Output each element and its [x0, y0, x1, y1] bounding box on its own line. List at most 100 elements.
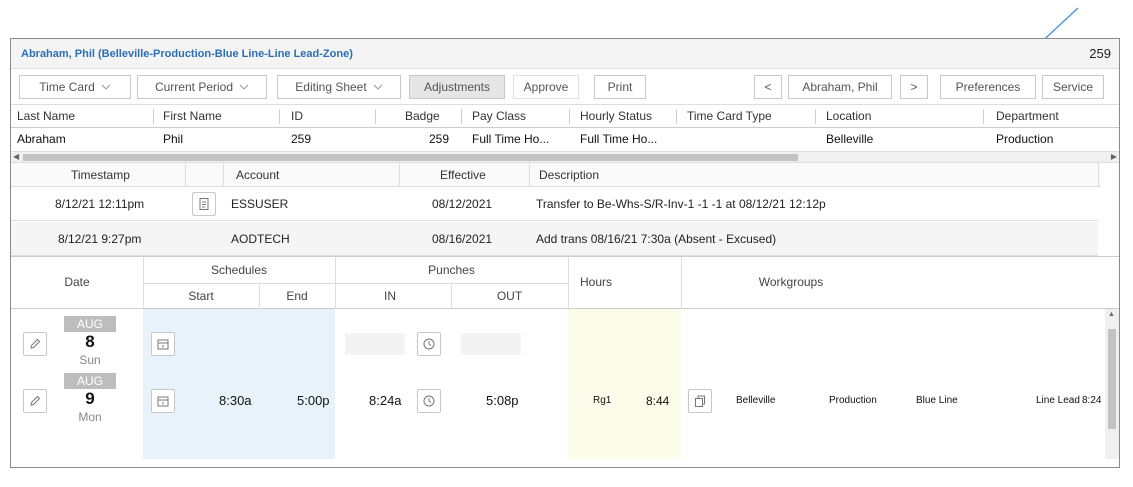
date-weekday: Sun	[79, 353, 101, 367]
chevron-down-icon	[373, 84, 383, 90]
audit-effective: 08/16/2021	[432, 232, 493, 246]
col-in: IN	[384, 289, 396, 303]
audit-timestamp: 8/12/21 9:27pm	[58, 232, 142, 246]
audit-effective: 08/12/2021	[432, 197, 493, 211]
cell-location: Belleville	[826, 132, 874, 146]
audit-row[interactable]: 8/12/21 12:11pm ESSUSER 08/12/2021 Trans…	[11, 187, 1098, 221]
vertical-scroll-thumb[interactable]	[1108, 329, 1116, 429]
cell-id: 259	[291, 132, 312, 146]
col-start: Start	[188, 289, 214, 303]
time-grid-header: Date Schedules Start End Punches IN OUT …	[11, 257, 1119, 309]
schedule-end: 5:00p	[297, 393, 330, 408]
col-end: End	[286, 289, 308, 303]
audit-col-description: Description	[539, 168, 600, 182]
audit-account: ESSUSER	[231, 197, 289, 211]
cell-last-name: Abraham	[17, 132, 66, 146]
workgroup-role: Line Lead	[1036, 395, 1080, 406]
audit-header: Timestamp Account Effective Description	[11, 163, 1101, 187]
col-last-name[interactable]: Last Name	[17, 105, 75, 128]
col-workgroups: Workgroups	[758, 275, 824, 289]
scroll-right-icon[interactable]: ▶	[1111, 152, 1117, 162]
approve-button[interactable]: Approve	[513, 75, 579, 99]
audit-description: Transfer to Be-Whs-S/R-Inv-1 -1 -1 at 08…	[536, 197, 826, 211]
title-bar: Abraham, Phil (Belleville-Production-Blu…	[11, 39, 1119, 69]
time-card-window: Abraham, Phil (Belleville-Production-Blu…	[10, 38, 1120, 468]
editing-sheet-label: Editing Sheet	[295, 80, 367, 94]
cell-hourly-status: Full Time Ho...	[580, 132, 658, 146]
col-schedules: Schedules	[210, 263, 268, 277]
current-period-label: Current Period	[154, 80, 234, 94]
time-grid-body: AUG 8 Sun AUG 9 Mon 8:30a 5:00p 8:24a 5:…	[11, 309, 1119, 459]
col-hourly-status[interactable]: Hourly Status	[580, 105, 652, 128]
audit-row[interactable]: 8/12/21 9:27pm AODTECH 08/16/2021 Add tr…	[11, 222, 1098, 256]
workgroup-copy-icon[interactable]	[688, 389, 712, 413]
preferences-button[interactable]: Preferences	[940, 75, 1036, 99]
date-day: 8	[85, 332, 95, 351]
punch-in-field[interactable]	[345, 333, 405, 355]
date-cell: AUG 9 Mon	[64, 373, 116, 425]
scroll-up-icon[interactable]: ▲	[1108, 311, 1115, 318]
audit-col-timestamp: Timestamp	[71, 168, 130, 182]
next-employee-button[interactable]: >	[900, 75, 928, 99]
calendar-icon[interactable]	[151, 332, 175, 356]
cell-badge: 259	[429, 132, 450, 146]
time-card-label: Time Card	[39, 80, 95, 94]
edit-pencil-icon[interactable]	[23, 389, 47, 413]
punch-out-field[interactable]	[461, 333, 521, 355]
audit-description: Add trans 08/16/21 7:30a (Absent - Excus…	[536, 232, 777, 246]
chevron-down-icon	[101, 84, 111, 90]
toolbar: Time Card Current Period Editing Sheet A…	[11, 69, 1119, 105]
audit-col-account: Account	[236, 168, 280, 182]
col-badge[interactable]: Badge	[405, 105, 440, 128]
audit-timestamp: 8/12/21 12:11pm	[55, 197, 145, 211]
punch-out[interactable]: 5:08p	[486, 389, 519, 413]
col-first-name[interactable]: First Name	[163, 105, 222, 128]
vertical-scrollbar[interactable]: ▲	[1105, 309, 1119, 459]
col-out: OUT	[496, 289, 523, 303]
calendar-icon[interactable]	[151, 389, 175, 413]
chevron-down-icon	[239, 84, 249, 90]
employee-table-row[interactable]: Abraham Phil 259 259 Full Time Ho... Ful…	[11, 128, 1119, 151]
workgroup-location: Belleville	[736, 395, 776, 406]
editing-sheet-dropdown[interactable]: Editing Sheet	[277, 75, 401, 99]
cell-pay-class: Full Time Ho...	[472, 132, 550, 146]
workgroup-time: 8:24	[1082, 395, 1102, 406]
col-location[interactable]: Location	[826, 105, 871, 128]
current-period-dropdown[interactable]: Current Period	[137, 75, 267, 99]
edit-pencil-icon[interactable]	[23, 332, 47, 356]
col-department[interactable]: Department	[996, 105, 1059, 128]
workgroup-department: Production	[829, 395, 877, 406]
pay-code: Rg1	[593, 395, 612, 406]
schedule-start: 8:30a	[219, 393, 252, 408]
hours-value: 8:44	[646, 394, 670, 408]
audit-account: AODTECH	[231, 232, 290, 246]
scroll-left-icon[interactable]: ◀	[13, 152, 19, 162]
time-card-dropdown[interactable]: Time Card	[19, 75, 131, 99]
punch-in[interactable]: 8:24a	[369, 389, 402, 413]
service-button[interactable]: Service	[1042, 75, 1104, 99]
col-pay-class[interactable]: Pay Class	[472, 105, 526, 128]
previous-employee-button[interactable]: <	[754, 75, 782, 99]
cell-first-name: Phil	[163, 132, 184, 146]
col-punches: Punches	[428, 263, 475, 277]
col-time-card-type[interactable]: Time Card Type	[687, 105, 772, 128]
document-icon[interactable]	[192, 192, 216, 216]
date-month: AUG	[64, 373, 116, 389]
employee-id-number: 259	[1089, 46, 1111, 61]
clock-icon[interactable]	[417, 332, 441, 356]
employee-title: Abraham, Phil (Belleville-Production-Blu…	[21, 47, 353, 60]
print-button[interactable]: Print	[594, 75, 646, 99]
scroll-thumb[interactable]	[23, 154, 798, 161]
col-id[interactable]: ID	[291, 105, 303, 128]
cell-department: Production	[996, 132, 1054, 146]
employee-selector[interactable]: Abraham, Phil	[788, 75, 892, 99]
date-month: AUG	[64, 316, 116, 332]
horizontal-scrollbar[interactable]: ◀ ▶	[11, 151, 1119, 163]
date-weekday: Mon	[78, 410, 102, 424]
col-date: Date	[64, 275, 90, 289]
audit-trail: Timestamp Account Effective Description …	[11, 163, 1119, 257]
adjustments-button[interactable]: Adjustments	[409, 75, 505, 99]
clock-icon[interactable]	[417, 389, 441, 413]
employee-table-header: Last Name First Name ID Badge Pay Class …	[11, 105, 1119, 128]
date-cell: AUG 8 Sun	[64, 316, 116, 368]
